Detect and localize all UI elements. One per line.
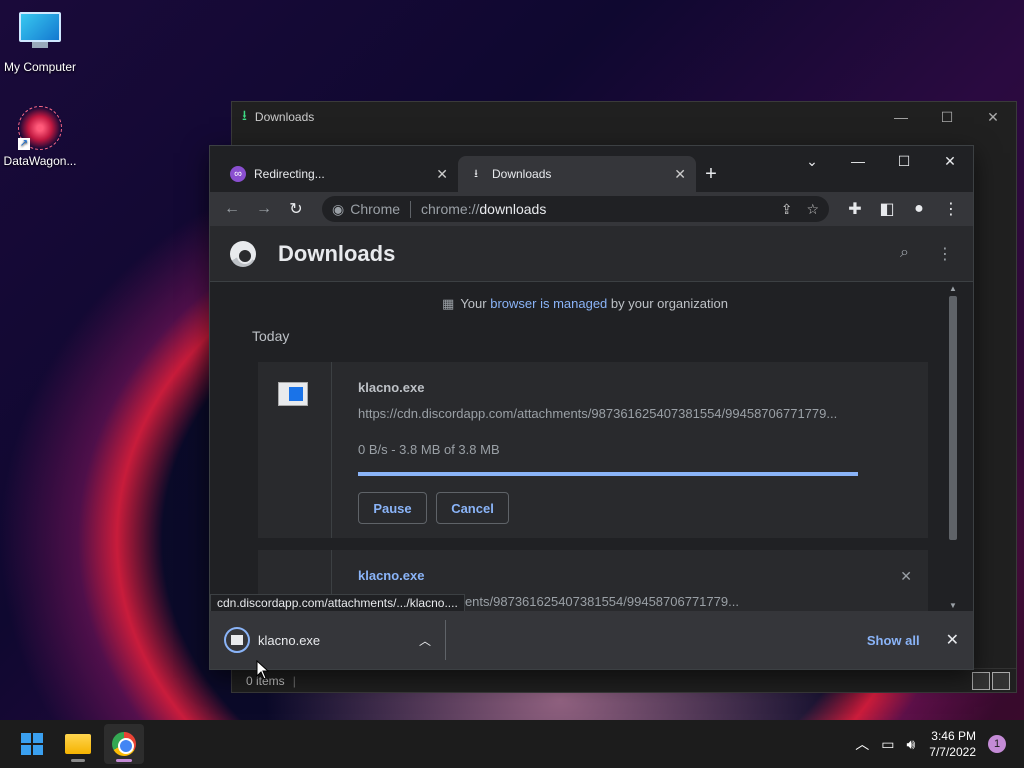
forward-arrow-icon[interactable]: → <box>250 195 278 223</box>
address-bar[interactable]: ◉ Chrome chrome://downloads ⇪ ☆ <box>322 196 829 222</box>
desktop-icon-my-computer[interactable]: My Computer <box>0 8 80 74</box>
bookmark-star-icon[interactable]: ☆ <box>806 201 819 218</box>
desktop-icon-datawagon[interactable]: ↗ DataWagon... <box>0 106 80 168</box>
tab-downloads[interactable]: ⭳ Downloads ✕ <box>458 156 696 192</box>
download-progress-ring-icon <box>224 627 250 653</box>
scroll-up-arrow-icon[interactable]: ▲ <box>946 284 960 293</box>
system-tray: ︿ ▭ 🔊︎ 3:46 PM 7/7/2022 1 <box>849 728 1024 760</box>
profile-avatar-icon[interactable]: ● <box>905 195 933 223</box>
tab-strip: ∞ Redirecting... ✕ ⭳ Downloads ✕ + ⌄ — ☐… <box>210 146 973 192</box>
tiles-view-button[interactable] <box>992 671 1010 690</box>
tab-redirecting[interactable]: ∞ Redirecting... ✕ <box>220 156 458 192</box>
maximize-button[interactable]: ☐ <box>881 146 927 176</box>
url-host: downloads <box>479 201 547 217</box>
explorer-titlebar: ⭳ Downloads — ☐ ✕ <box>232 102 1016 132</box>
taskbar: ︿ ▭ 🔊︎ 3:46 PM 7/7/2022 1 <box>0 720 1024 768</box>
menu-kebab-icon[interactable]: ⋮ <box>937 195 965 223</box>
chrome-icon <box>112 732 136 756</box>
site-chip[interactable]: ◉ Chrome <box>332 200 412 218</box>
managed-link[interactable]: browser is managed <box>490 296 607 311</box>
reload-icon[interactable]: ↻ <box>282 195 310 223</box>
clock-time: 3:46 PM <box>931 729 976 743</box>
share-icon[interactable]: ⇪ <box>781 201 793 218</box>
network-icon[interactable]: ▭ <box>881 736 894 753</box>
chrome-icon: ◉ <box>332 200 345 217</box>
chrome-window: ∞ Redirecting... ✕ ⭳ Downloads ✕ + ⌄ — ☐… <box>209 145 974 670</box>
redirect-favicon-icon: ∞ <box>230 166 246 182</box>
download-icon: ⭳ <box>242 107 247 123</box>
exe-file-icon <box>278 382 308 406</box>
tab-label: Downloads <box>492 167 552 181</box>
desktop-icon-label: DataWagon... <box>3 154 77 168</box>
show-all-link[interactable]: Show all <box>867 633 920 648</box>
tab-close-icon[interactable]: ✕ <box>674 166 686 183</box>
building-icon: ▦ <box>442 296 455 311</box>
chevron-up-icon[interactable]: ︿ <box>855 734 869 754</box>
download-item: klacno.exe https://cdn.discordapp.com/at… <box>258 362 928 538</box>
managed-notice: ▦ Your browser is managed by your organiz… <box>442 296 728 311</box>
notification-badge[interactable]: 1 <box>988 735 1006 753</box>
explorer-title: Downloads <box>254 110 315 124</box>
close-button[interactable]: ✕ <box>927 146 973 176</box>
download-status: 0 B/s - 3.8 MB of 3.8 MB <box>358 442 500 457</box>
download-progress-bar <box>358 472 858 476</box>
browser-toolbar: ← → ↻ ◉ Chrome chrome://downloads ⇪ ☆ ✚ … <box>210 192 973 226</box>
page-title: Downloads <box>278 240 396 266</box>
shelf-close-icon[interactable]: ✕ <box>946 630 959 650</box>
volume-icon[interactable]: 🔊︎ <box>906 736 915 753</box>
back-arrow-icon[interactable]: ← <box>218 195 246 223</box>
tab-search-chevron-icon[interactable]: ⌄ <box>789 146 835 176</box>
minimize-button[interactable]: — <box>835 146 881 176</box>
start-button[interactable] <box>12 724 52 764</box>
folder-icon <box>65 734 91 754</box>
remove-item-close-icon[interactable]: ✕ <box>900 568 912 585</box>
monitor-icon <box>18 12 62 56</box>
details-view-button[interactable] <box>972 671 990 690</box>
side-panel-icon[interactable]: ◧ <box>873 195 901 223</box>
cancel-button[interactable]: Cancel <box>436 492 509 524</box>
desktop-icon-label: My Computer <box>3 60 77 74</box>
url-scheme: chrome:// <box>421 201 480 217</box>
extensions-puzzle-icon[interactable]: ✚ <box>841 195 869 223</box>
datawagon-icon: ↗ <box>18 106 62 150</box>
search-icon[interactable]: ⌕ <box>900 244 909 264</box>
date-section-label: Today <box>252 328 290 344</box>
file-explorer-taskbar-button[interactable] <box>58 724 98 764</box>
clock[interactable]: 3:46 PM 7/7/2022 <box>929 728 976 760</box>
download-shelf: klacno.exe ︿ Show all ✕ <box>210 611 973 669</box>
clock-date: 7/7/2022 <box>929 745 976 759</box>
tab-close-icon[interactable]: ✕ <box>436 166 448 183</box>
shelf-download-item[interactable]: klacno.exe ︿ <box>224 620 446 660</box>
pause-button[interactable]: Pause <box>358 492 427 524</box>
chrome-taskbar-button[interactable] <box>104 724 144 764</box>
scrollbar[interactable]: ▲ ▼ <box>946 282 960 612</box>
scrollbar-thumb[interactable] <box>949 296 957 540</box>
shortcut-arrow-icon: ↗ <box>18 138 30 150</box>
windows-logo-icon <box>21 733 43 755</box>
shelf-item-name: klacno.exe <box>258 632 321 648</box>
download-filename-link[interactable]: klacno.exe <box>358 568 425 583</box>
download-filename: klacno.exe <box>358 380 425 395</box>
more-options-icon[interactable]: ⋮ <box>937 244 953 264</box>
downloads-header: Downloads ⌕ ⋮ <box>210 226 973 282</box>
chrome-logo-icon <box>230 240 256 267</box>
scroll-down-arrow-icon[interactable]: ▼ <box>946 601 960 610</box>
maximize-button[interactable]: ☐ <box>924 109 970 126</box>
tab-label: Redirecting... <box>254 167 325 181</box>
download-icon: ⭳ <box>474 167 478 180</box>
download-url[interactable]: https://cdn.discordapp.com/attachments/9… <box>358 406 837 421</box>
cursor-arrow-icon <box>256 659 270 680</box>
explorer-statusbar: 0 items | <box>232 668 1016 692</box>
minimize-button[interactable]: — <box>878 109 924 126</box>
new-tab-button[interactable]: + <box>696 156 726 192</box>
chevron-up-icon[interactable]: ︿ <box>419 632 431 649</box>
downloads-list: ▦ Your browser is managed by your organiz… <box>210 282 960 612</box>
link-status-tooltip: cdn.discordapp.com/attachments/.../klacn… <box>210 594 465 612</box>
close-button[interactable]: ✕ <box>970 109 1016 126</box>
